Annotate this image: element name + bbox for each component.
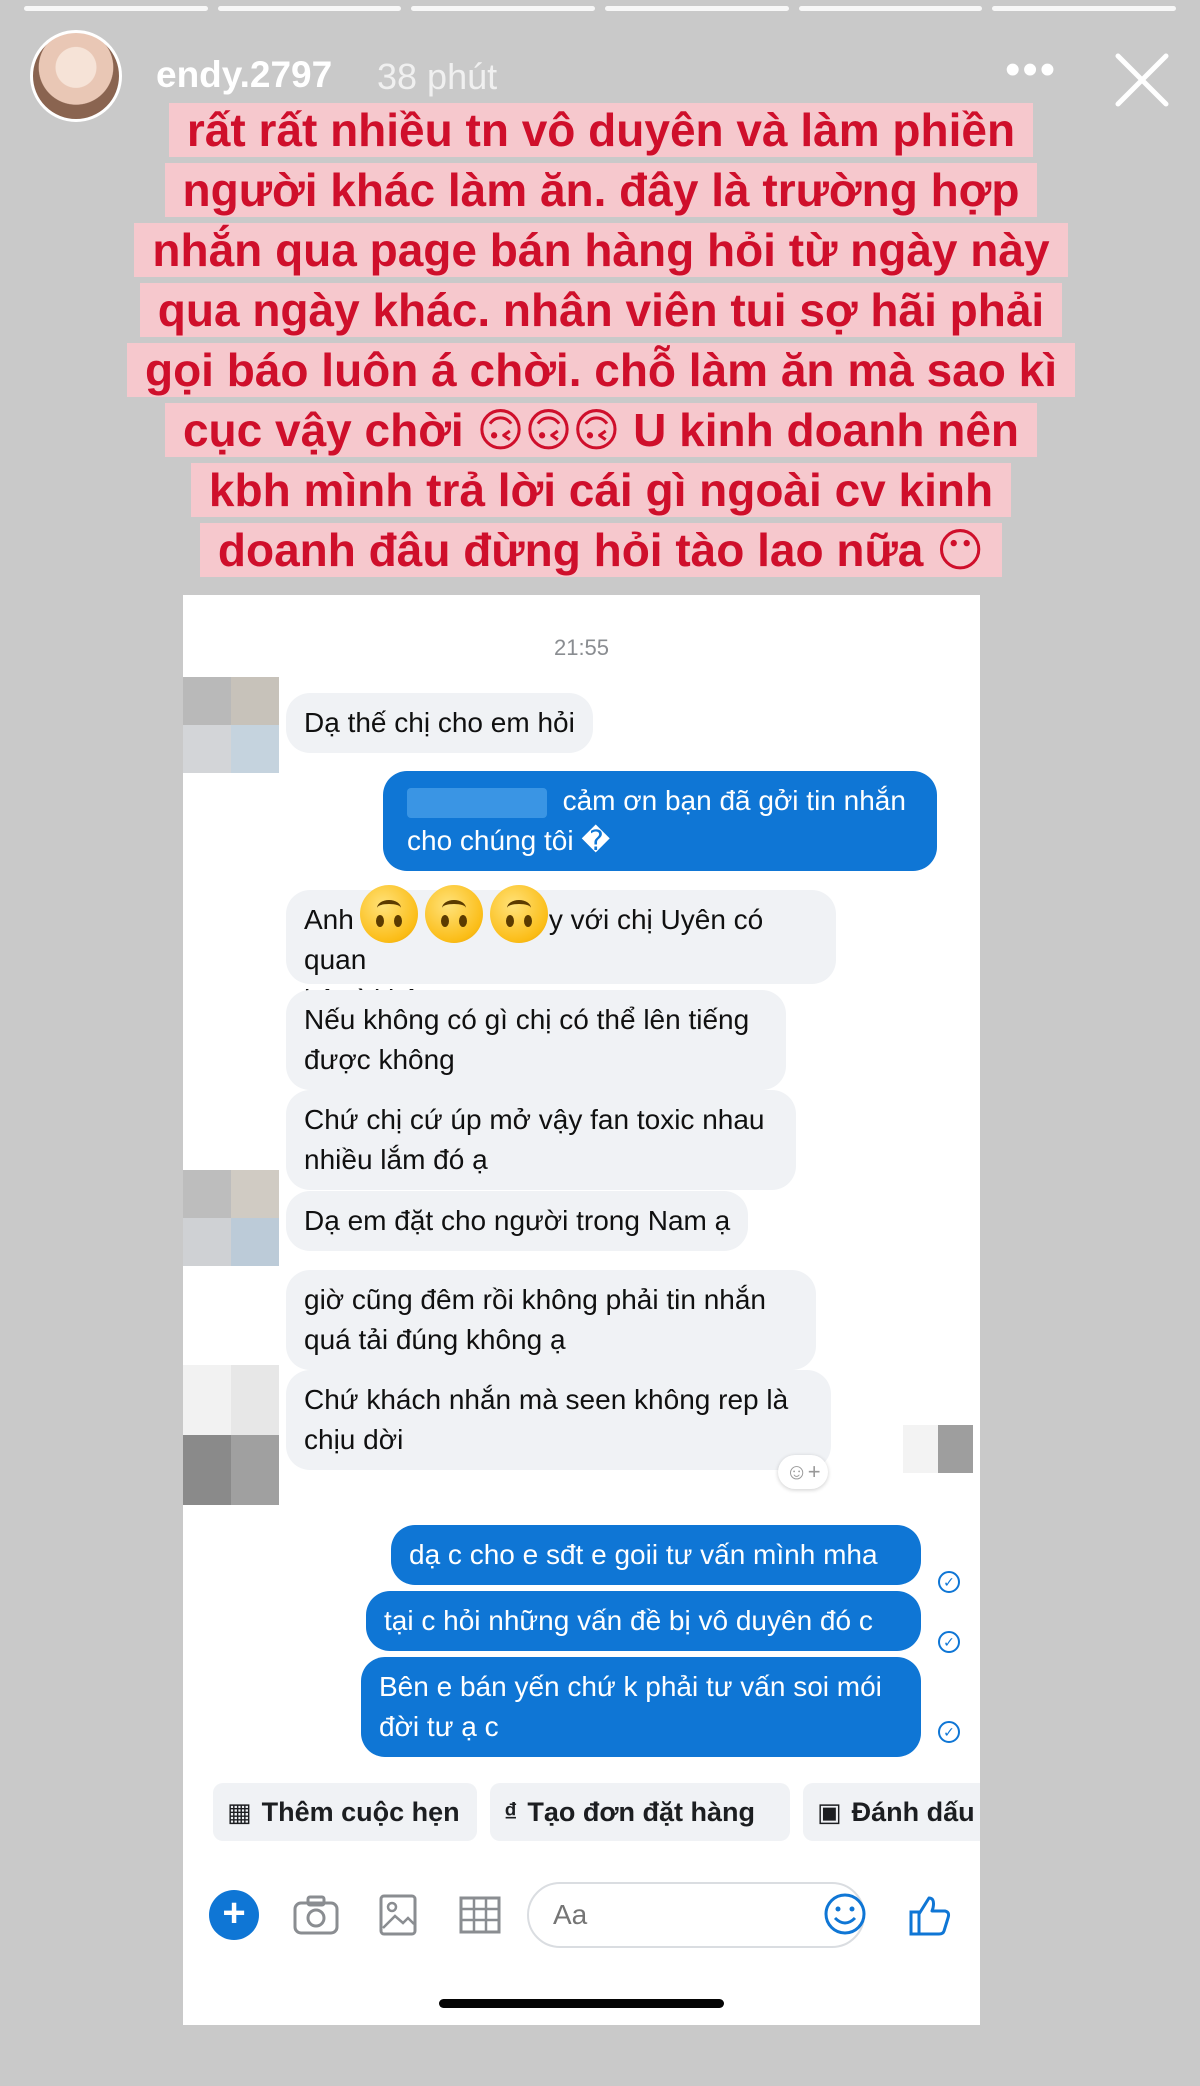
redacted-name xyxy=(407,787,547,818)
progress-segment xyxy=(24,6,208,11)
chip-label: Tạo đơn đặt hàng xyxy=(527,1796,756,1827)
incoming-message: Chứ khách nhắn mà seen không rep là chịu… xyxy=(286,1370,831,1470)
incoming-message: Dạ em đặt cho người trong Nam ạ xyxy=(286,1191,749,1251)
sender-avatar-blurred xyxy=(183,1365,279,1505)
home-indicator xyxy=(439,1999,724,2008)
chip-label: Thêm cuộc hẹn xyxy=(261,1796,460,1827)
story-progress xyxy=(24,6,1177,11)
seen-avatar-blurred xyxy=(903,1425,973,1473)
plus-icon[interactable]: + xyxy=(209,1890,259,1940)
incoming-message: Chứ chị cứ úp mở vậy fan toxic nhau nhiề… xyxy=(286,1090,796,1190)
progress-segment xyxy=(798,6,983,11)
incoming-message: Nếu không có gì chị có thể lên tiếng đượ… xyxy=(286,990,786,1090)
progress-segment xyxy=(217,6,402,11)
progress-segment xyxy=(992,6,1177,11)
chip-label: Đánh dấu xyxy=(851,1796,975,1827)
label-icon: ▣ xyxy=(817,1796,842,1827)
thumbs-up-icon[interactable] xyxy=(905,1890,955,1940)
caption-line: qua ngày khác. nhân viên tui sợ hãi phải xyxy=(139,283,1063,337)
add-appointment-button[interactable]: ▦ Thêm cuộc hẹn xyxy=(213,1783,477,1841)
outgoing-message: cảm ơn bạn đã gởi tin nhắn cho chúng tôi… xyxy=(383,771,937,871)
message-text: cho chúng tôi � xyxy=(407,825,611,856)
incoming-message: Dạ thế chị cho em hỏi xyxy=(286,693,593,753)
upside-down-face-icon xyxy=(490,885,548,943)
progress-segment xyxy=(411,6,596,11)
caption-line: kbh mình trả lời cái gì ngoài cv kinh xyxy=(190,463,1012,517)
caption-line: người khác làm ăn. đây là trường hợp xyxy=(164,163,1038,217)
outgoing-message: Bên e bán yến chứ k phải tư vấn soi mói … xyxy=(361,1657,921,1757)
message-text: Anh xyxy=(304,904,354,935)
delivered-check-icon: ✓ xyxy=(938,1631,960,1653)
camera-icon[interactable] xyxy=(291,1890,341,1940)
chat-timestamp: 21:55 xyxy=(553,635,610,660)
progress-segment xyxy=(605,6,789,11)
message-text: cảm ơn bạn đã gởi tin nhắn xyxy=(562,785,906,816)
more-horizontal-icon[interactable]: ••• xyxy=(1005,48,1065,92)
message-input[interactable] xyxy=(551,1884,795,1946)
grid-icon[interactable] xyxy=(455,1890,505,1940)
caption-line: gọi báo luôn á chời. chỗ làm ăn mà sao k… xyxy=(126,343,1075,397)
caption-line: doanh đâu đừng hỏi tào lao nữa 😶 xyxy=(199,523,1003,577)
chat-screenshot: 21:55 Dạ thế chị cho em hỏi cảm ơn bạn đ… xyxy=(183,595,980,2025)
outgoing-message: tại c hỏi những vấn đề bị vô duyên đó c xyxy=(366,1591,921,1651)
caption-line: cục vậy chời 🙃🙃🙃 U kinh doanh nên xyxy=(164,403,1038,457)
delivered-check-icon: ✓ xyxy=(938,1571,960,1593)
delivered-check-icon: ✓ xyxy=(938,1721,960,1743)
sender-avatar-blurred xyxy=(183,677,279,773)
upside-down-face-icon xyxy=(360,885,418,943)
username[interactable]: endy.2797 xyxy=(156,54,332,96)
message-input-box[interactable] xyxy=(527,1882,865,1948)
add-reaction-icon[interactable]: ☺+ xyxy=(778,1455,828,1489)
dong-icon: ₫ xyxy=(504,1796,518,1827)
story-caption: rất rất nhiều tn vô duyên và làm phiền n… xyxy=(34,100,1168,580)
outgoing-message: dạ c cho e sđt e goii tư vấn mình mha xyxy=(391,1525,921,1585)
calendar-icon: ▦ xyxy=(227,1796,252,1827)
sender-avatar-blurred xyxy=(183,1170,279,1266)
image-icon[interactable] xyxy=(373,1890,423,1940)
post-time: 38 phút xyxy=(377,56,498,97)
caption-line: nhắn qua page bán hàng hỏi từ ngày này xyxy=(134,223,1068,277)
incoming-message: giờ cũng đêm rồi không phải tin nhắn quá… xyxy=(286,1270,816,1370)
emoji-icon[interactable] xyxy=(823,1892,867,1936)
upside-down-face-icon xyxy=(425,885,483,943)
mark-button[interactable]: ▣ Đánh dấu xyxy=(803,1783,980,1841)
caption-line: rất rất nhiều tn vô duyên và làm phiền xyxy=(168,103,1034,157)
create-order-button[interactable]: ₫ Tạo đơn đặt hàng xyxy=(490,1783,790,1841)
